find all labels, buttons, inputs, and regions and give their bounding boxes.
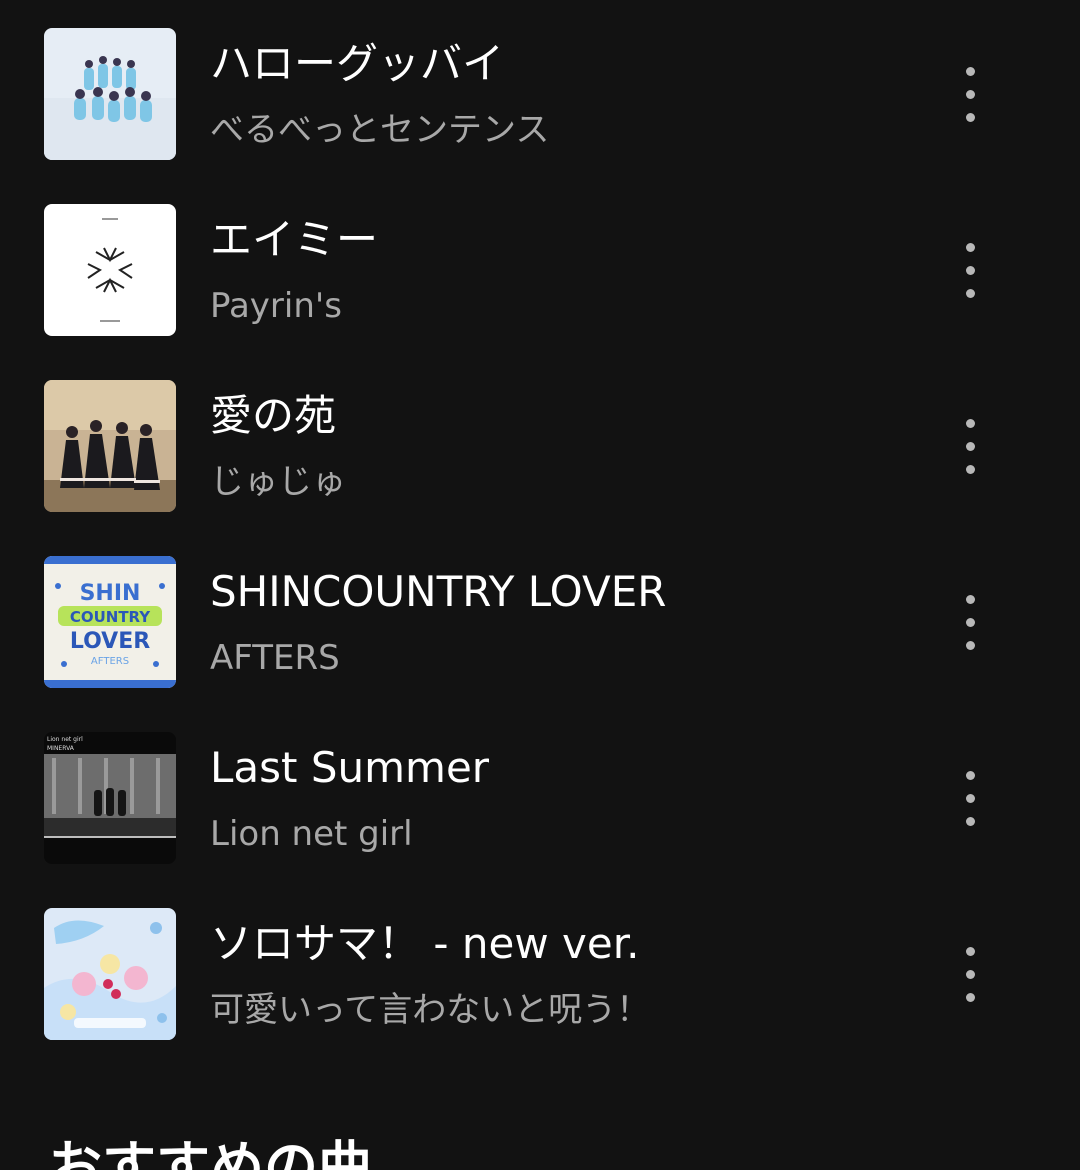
more-vertical-icon[interactable] xyxy=(940,234,1000,306)
album-cover-white-logo-icon xyxy=(44,204,176,336)
album-cover-pastel-collage-icon xyxy=(44,908,176,1040)
dot xyxy=(965,441,975,451)
dot xyxy=(965,946,975,956)
album-cover-shincountry-lover-logo-icon: SHIN COUNTRY LOVER AFTERS xyxy=(44,556,176,688)
cover-text: LOVER xyxy=(70,629,150,654)
dot xyxy=(965,992,975,1002)
dot xyxy=(965,594,975,604)
album-cover-icon[interactable] xyxy=(44,380,176,512)
more-vertical-icon[interactable] xyxy=(940,938,1000,1010)
more-vertical-icon[interactable] xyxy=(940,762,1000,834)
dot xyxy=(965,89,975,99)
track-artist: Lion net girl xyxy=(210,814,413,854)
album-cover-idol-group-light-blue-icon xyxy=(44,28,176,160)
screen: ハローグッバイ べるべっとセンテンス エイミー Payrin's 愛の苑 じゅじ… xyxy=(0,0,1080,1170)
dot xyxy=(965,770,975,780)
dot xyxy=(965,288,975,298)
cover-text: COUNTRY xyxy=(70,608,151,626)
cover-text: MINERVA xyxy=(47,745,75,752)
more-vertical-icon[interactable] xyxy=(940,410,1000,482)
dot xyxy=(965,112,975,122)
dot xyxy=(965,464,975,474)
dot xyxy=(965,969,975,979)
album-cover-gothic-dresses-icon xyxy=(44,380,176,512)
dot xyxy=(965,418,975,428)
track-title: エイミー xyxy=(210,215,379,264)
track-title: 愛の苑 xyxy=(210,391,337,440)
track-title: SHINCOUNTRY LOVER xyxy=(210,567,667,616)
album-cover-icon[interactable] xyxy=(44,908,176,1040)
album-cover-icon[interactable]: Lion net girl MINERVA xyxy=(44,732,176,864)
more-vertical-icon[interactable] xyxy=(940,58,1000,130)
cover-text: Lion net girl xyxy=(47,736,83,743)
dot xyxy=(965,793,975,803)
track-artist: べるべっとセンテンス xyxy=(210,110,550,150)
track-title: Last Summer xyxy=(210,743,490,792)
dot xyxy=(965,265,975,275)
track-row[interactable]: ソロサマ！ - new ver. 可愛いって言わないと呪う！ xyxy=(0,880,1080,1056)
track-artist: 可愛いって言わないと呪う！ xyxy=(210,990,651,1030)
album-cover-icon[interactable] xyxy=(44,204,176,336)
track-row[interactable]: SHIN COUNTRY LOVER AFTERS SHINCOUNTRY LO… xyxy=(0,528,1080,704)
track-title: ハローグッバイ xyxy=(210,39,505,88)
track-row[interactable]: Lion net girl MINERVA Last Summer Lion n… xyxy=(0,704,1080,880)
track-row[interactable]: 愛の苑 じゅじゅ xyxy=(0,352,1080,528)
track-row[interactable]: ハローグッバイ べるべっとセンテンス xyxy=(0,0,1080,176)
cover-text: SHIN xyxy=(80,581,141,606)
track-artist: Payrin's xyxy=(210,286,342,326)
dot xyxy=(965,640,975,650)
dot xyxy=(965,66,975,76)
section-heading: おすすめの曲 xyxy=(48,1135,372,1170)
album-cover-icon[interactable] xyxy=(44,28,176,160)
dot xyxy=(965,242,975,252)
album-cover-icon[interactable]: SHIN COUNTRY LOVER AFTERS xyxy=(44,556,176,688)
cover-text: AFTERS xyxy=(91,656,129,667)
track-artist: じゅじゅ xyxy=(210,462,346,502)
track-artist: AFTERS xyxy=(210,638,340,678)
track-row[interactable]: エイミー Payrin's xyxy=(0,176,1080,352)
track-title: ソロサマ！ - new ver. xyxy=(210,919,640,968)
dot xyxy=(965,617,975,627)
more-vertical-icon[interactable] xyxy=(940,586,1000,658)
album-cover-monochrome-station-icon: Lion net girl MINERVA xyxy=(44,732,176,864)
dot xyxy=(965,816,975,826)
